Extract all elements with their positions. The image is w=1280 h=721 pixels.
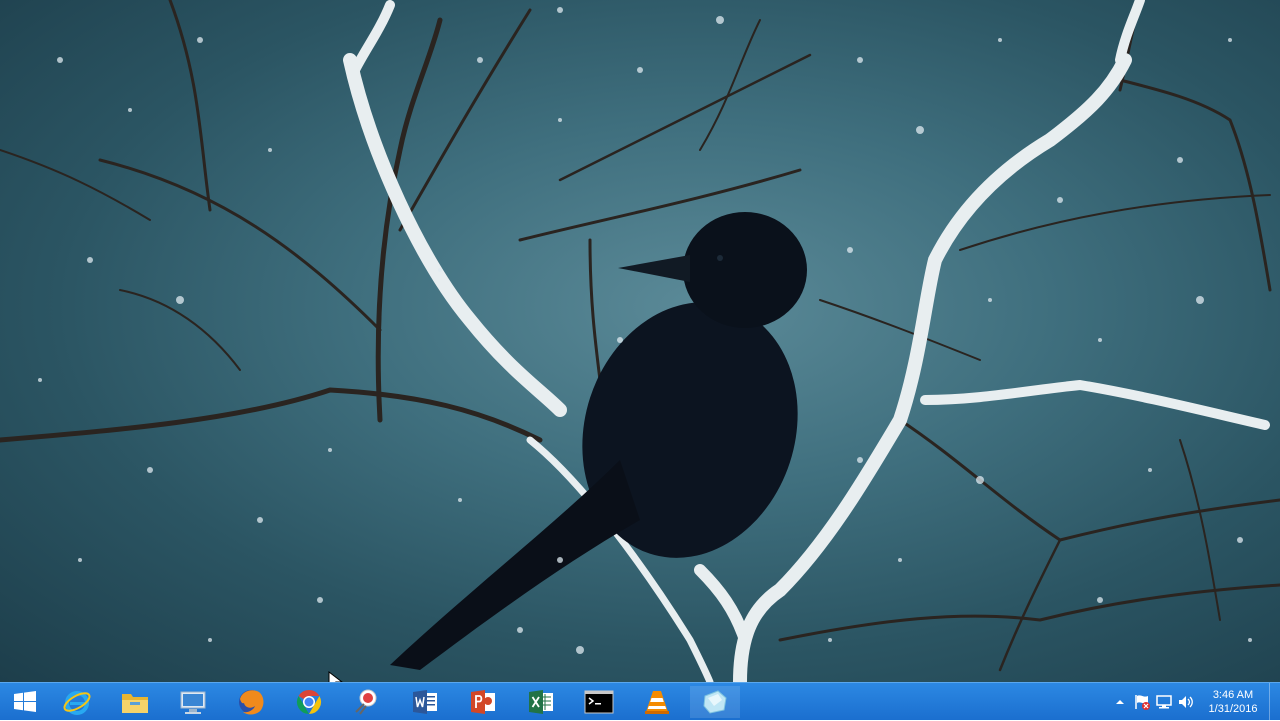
taskbar-internet-explorer[interactable] xyxy=(52,686,102,718)
chrome-icon xyxy=(296,690,322,714)
start-button[interactable] xyxy=(6,687,44,717)
taskbar: 3:46 AM 1/31/2016 xyxy=(0,682,1280,721)
network-icon xyxy=(1156,695,1172,709)
show-desktop-button[interactable] xyxy=(1269,683,1280,721)
ice-icon xyxy=(703,690,727,714)
tray-action-center[interactable] xyxy=(1131,691,1153,713)
excel-icon xyxy=(529,690,553,714)
tray-volume[interactable] xyxy=(1175,691,1197,713)
internet-explorer-icon xyxy=(63,691,91,715)
taskbar-remote-desktop[interactable] xyxy=(168,686,218,718)
show-hidden-icons-icon xyxy=(1116,700,1124,704)
word-icon xyxy=(413,690,437,714)
taskbar-clock[interactable]: 3:46 AM 1/31/2016 xyxy=(1201,688,1265,716)
taskbar-file-explorer[interactable] xyxy=(110,686,160,718)
snipping-tool-icon xyxy=(355,689,377,715)
tray-network[interactable] xyxy=(1153,691,1175,713)
taskbar-excel[interactable] xyxy=(516,686,566,718)
command-prompt-icon xyxy=(584,690,614,714)
taskbar-word[interactable] xyxy=(400,686,450,718)
remote-desktop-icon xyxy=(180,691,206,714)
file-explorer-icon xyxy=(122,694,148,713)
clock-date: 1/31/2016 xyxy=(1208,703,1258,715)
tray-show-hidden[interactable] xyxy=(1109,691,1131,713)
taskbar-powerpoint[interactable] xyxy=(458,686,508,718)
taskbar-vlc[interactable] xyxy=(632,686,682,718)
taskbar-ice-window[interactable] xyxy=(690,686,740,718)
raven-wallpaper-image xyxy=(0,0,1280,682)
system-tray: 3:46 AM 1/31/2016 xyxy=(1109,683,1280,721)
taskbar-firefox[interactable] xyxy=(226,686,276,718)
powerpoint-icon xyxy=(471,690,495,714)
clock-time: 3:46 AM xyxy=(1212,689,1254,701)
volume-icon xyxy=(1179,696,1193,708)
desktop-wallpaper xyxy=(0,0,1280,682)
vlc-icon xyxy=(645,691,669,714)
taskbar-command-prompt[interactable] xyxy=(574,686,624,718)
taskbar-snipping-tool[interactable] xyxy=(342,686,392,718)
windows-logo-icon xyxy=(14,691,36,712)
firefox-icon xyxy=(239,690,264,715)
action-center-flag-icon xyxy=(1135,695,1150,710)
taskbar-chrome[interactable] xyxy=(284,686,334,718)
